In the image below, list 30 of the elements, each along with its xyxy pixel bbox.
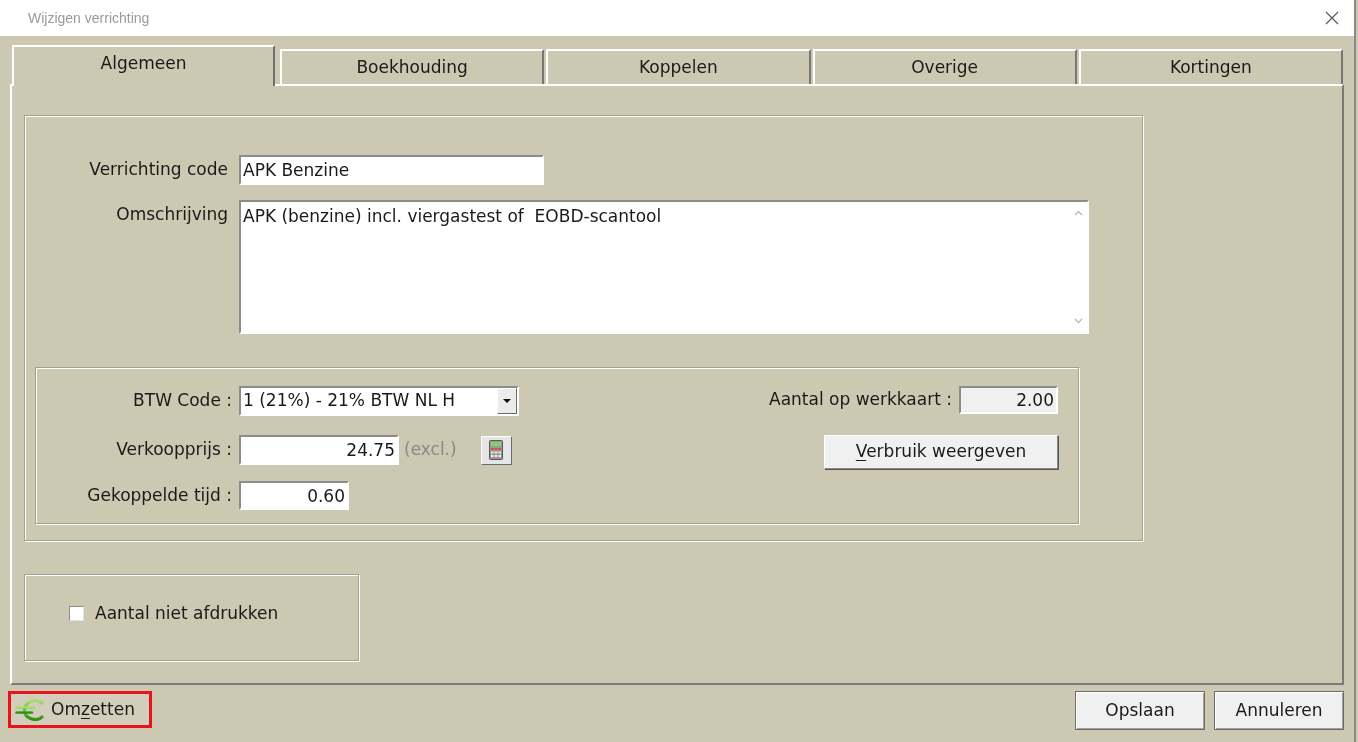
close-icon[interactable] [1325,11,1339,25]
field-label: Gekoppelde tijd : [86,483,232,507]
dialog-button[interactable]: Opslaan [1075,691,1205,730]
caret-down-icon [503,399,511,403]
field-label: BTW Code : [132,389,232,413]
time-field[interactable]: 0.60 [239,481,349,510]
tab[interactable]: Overige [812,49,1077,84]
dialog-button[interactable]: Annuleren [1214,691,1344,730]
tab[interactable]: Koppelen [546,49,811,84]
dropdown-button[interactable] [497,388,517,414]
usage-button[interactable]: Verbruik weergeven [824,435,1058,469]
calculator-icon [489,440,504,460]
price-field[interactable]: 24.75 [239,435,399,465]
calculator-button[interactable] [480,435,512,465]
euro-icon [15,698,45,721]
tab[interactable]: Boekhouding [280,49,545,84]
tab[interactable]: Kortingen [1078,49,1343,84]
select-field[interactable]: 1 (21%) - 21% BTW NL H [239,386,519,416]
quantity-field[interactable]: 2.00 [959,386,1058,414]
checkbox-label: Aantal niet afdrukken [95,601,279,625]
field-label: Omschrijving [115,203,228,226]
window-title: Wijzigen verrichting [28,8,150,28]
checkbox[interactable] [69,606,84,621]
text-field[interactable]: APK Benzine [239,155,544,185]
field-label: Aantal op werkkaart : [769,388,952,412]
tab[interactable]: Algemeen [12,45,275,86]
field-label: Verkoopprijs : [115,438,232,462]
convert-button[interactable]: Omzetten [8,691,152,728]
field-label: Verrichting code [88,158,228,182]
unit-note: (excl.) [404,438,457,462]
